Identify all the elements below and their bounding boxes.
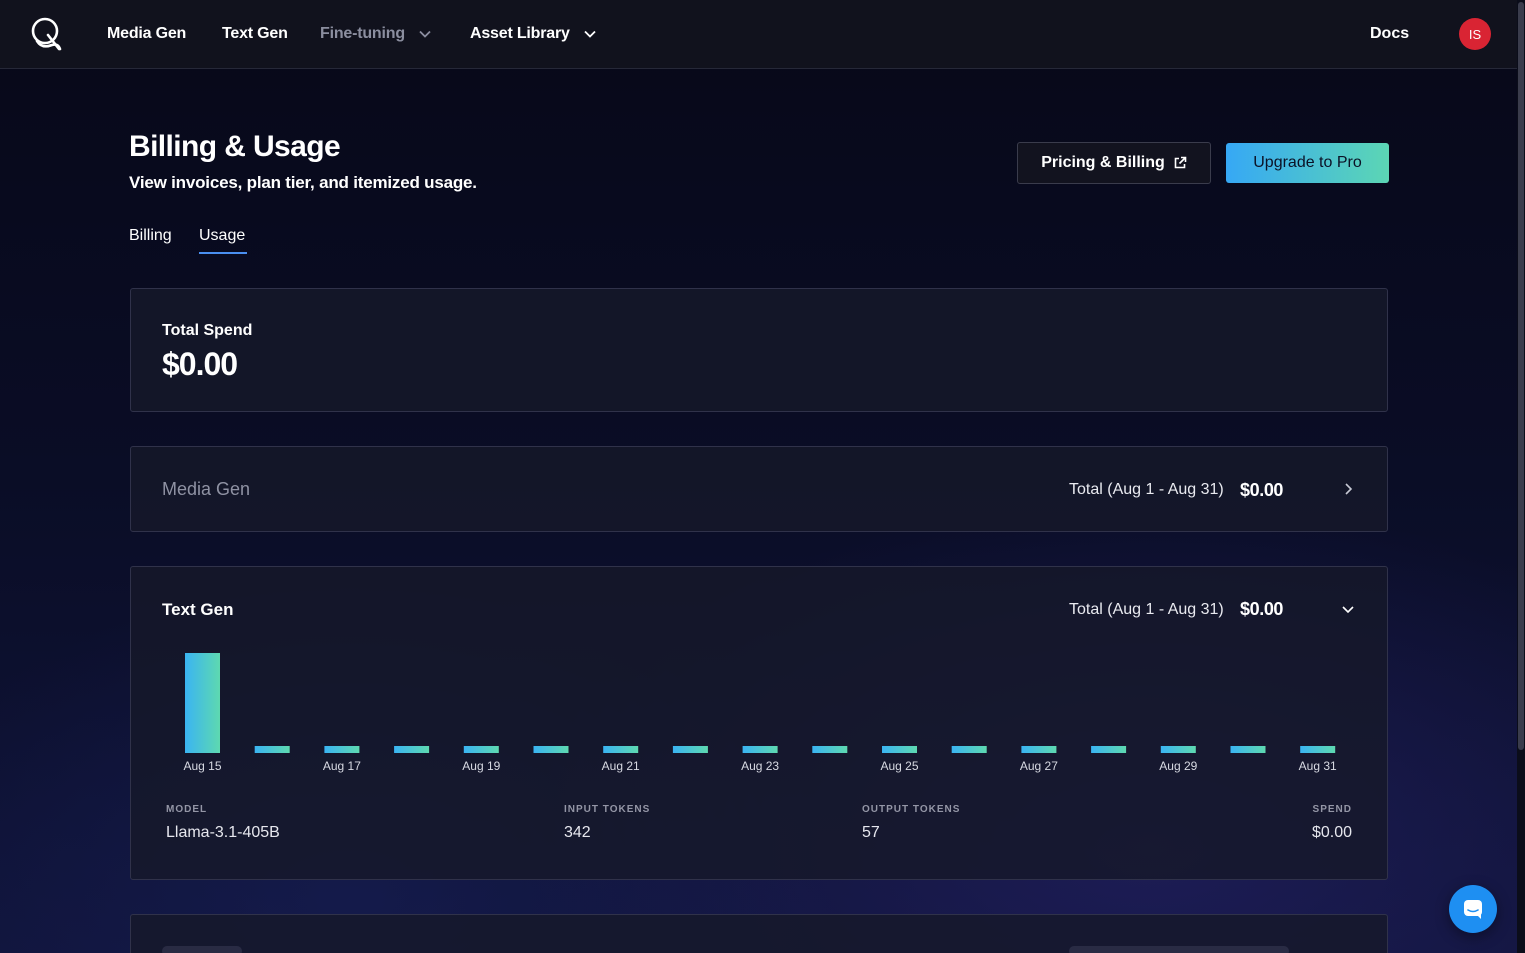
media-gen-total-value: $0.00 xyxy=(1240,480,1284,500)
pricing-billing-button[interactable]: Pricing & Billing xyxy=(1017,142,1211,184)
chart-bar-aug-15[interactable] xyxy=(185,653,220,753)
chevron-down-icon xyxy=(419,30,431,38)
table-cell-model: Llama-3.1-405B xyxy=(166,824,280,841)
chat-support-button[interactable] xyxy=(1449,885,1497,933)
chevron-down-icon[interactable] xyxy=(1341,602,1355,616)
chart-bar-aug-17[interactable] xyxy=(324,746,360,753)
top-nav: Media Gen Text Gen Fine-tuning Asset Lib… xyxy=(0,0,1517,69)
nav-fine-tuning[interactable]: Fine-tuning xyxy=(320,0,431,68)
media-gen-title: Media Gen xyxy=(162,479,251,499)
nav-media-gen-label: Media Gen xyxy=(107,25,187,42)
chart-bar-aug-19[interactable] xyxy=(463,746,499,753)
table-header-model: MODEL xyxy=(166,804,208,815)
upgrade-to-pro-button[interactable]: Upgrade to Pro xyxy=(1226,143,1389,183)
page-subtitle: View invoices, plan tier, and itemized u… xyxy=(129,173,477,192)
chart-tick-label: Aug 21 xyxy=(602,759,640,773)
chart-bar-aug-26[interactable] xyxy=(951,746,987,753)
chart-bar-aug-25[interactable] xyxy=(882,746,917,753)
chart-tick-label: Aug 29 xyxy=(1159,759,1197,773)
nav-fine-tuning-label: Fine-tuning xyxy=(320,25,405,42)
chart-tick-label: Aug 31 xyxy=(1299,759,1337,773)
chart-bar-aug-16[interactable] xyxy=(254,746,290,753)
table-cell-input-tokens: 342 xyxy=(564,824,591,841)
text-gen-total-value: $0.00 xyxy=(1240,599,1284,619)
chart-bar-aug-27[interactable] xyxy=(1021,746,1057,753)
chart-bar-aug-20[interactable] xyxy=(533,746,569,753)
table-header-input-tokens: INPUT TOKENS xyxy=(564,804,651,815)
media-gen-row[interactable]: Media Gen Total (Aug 1 - Aug 31) $0.00 xyxy=(130,446,1388,532)
tab-usage[interactable]: Usage xyxy=(199,227,245,245)
docs-label: Docs xyxy=(1370,25,1410,42)
next-usage-row[interactable] xyxy=(130,914,1388,953)
nav-asset-library[interactable]: Asset Library xyxy=(470,0,596,68)
chart-tick-label: Aug 27 xyxy=(1020,759,1058,773)
nav-text-gen-label: Text Gen xyxy=(222,25,288,42)
chart-bar-aug-28[interactable] xyxy=(1091,746,1127,753)
external-link-icon xyxy=(1174,156,1187,169)
chart-tick-label: Aug 19 xyxy=(462,759,500,773)
chevron-down-icon xyxy=(584,30,596,38)
next-row-total-placeholder xyxy=(1069,946,1289,953)
brand-logo-icon[interactable] xyxy=(28,15,64,53)
total-spend-value: $0.00 xyxy=(162,346,238,382)
page-title: Billing & Usage xyxy=(129,130,341,163)
chart-bar-aug-22[interactable] xyxy=(672,746,708,753)
chart-tick-label: Aug 15 xyxy=(183,759,221,773)
upgrade-to-pro-label: Upgrade to Pro xyxy=(1253,154,1362,171)
total-spend-label: Total Spend xyxy=(162,322,253,339)
docs-link[interactable]: Docs xyxy=(1370,0,1409,68)
chart-bar-aug-31[interactable] xyxy=(1300,746,1336,753)
media-gen-total-label: Total (Aug 1 - Aug 31) xyxy=(1069,481,1224,498)
chart-bar-aug-21[interactable] xyxy=(603,746,639,753)
usage-bar-chart: Aug 15 Aug 17 Aug 19 Aug 21 Aug 23 Aug 25 Aug … xyxy=(183,653,1337,773)
text-gen-title: Text Gen xyxy=(162,600,234,619)
chart-bar-aug-24[interactable] xyxy=(812,746,848,753)
table-header-spend: SPEND xyxy=(1312,804,1352,815)
nav-media-gen[interactable]: Media Gen xyxy=(107,0,186,68)
avatar[interactable]: IS xyxy=(1459,18,1491,50)
text-gen-card: Text Gen Total (Aug 1 - Aug 31) $0.00 Au… xyxy=(130,566,1388,880)
chart-bar-aug-18[interactable] xyxy=(394,746,430,753)
active-tab-indicator xyxy=(199,252,247,254)
avatar-initials: IS xyxy=(1468,26,1482,42)
next-row-title-placeholder xyxy=(162,946,242,953)
chart-tick-label: Aug 17 xyxy=(323,759,361,773)
tab-billing[interactable]: Billing xyxy=(129,227,172,245)
chat-bubble-icon xyxy=(1464,900,1482,919)
chart-bar-aug-29[interactable] xyxy=(1160,746,1196,753)
chevron-right-icon[interactable] xyxy=(1341,482,1355,496)
scrollbar-thumb[interactable] xyxy=(1518,2,1524,750)
chart-bar-aug-30[interactable] xyxy=(1230,746,1266,753)
table-header-output-tokens: OUTPUT TOKENS xyxy=(862,804,961,815)
nav-asset-library-label: Asset Library xyxy=(470,25,570,42)
nav-text-gen[interactable]: Text Gen xyxy=(222,0,288,68)
total-spend-card: Total Spend $0.00 xyxy=(130,288,1388,412)
text-gen-total-label: Total (Aug 1 - Aug 31) xyxy=(1069,601,1224,618)
pricing-billing-label: Pricing & Billing xyxy=(1041,154,1165,171)
table-cell-output-tokens: 57 xyxy=(862,824,880,841)
chart-tick-label: Aug 23 xyxy=(741,759,779,773)
chart-tick-label: Aug 25 xyxy=(880,759,918,773)
table-cell-spend: $0.00 xyxy=(1311,824,1352,841)
chart-bar-aug-23[interactable] xyxy=(742,746,778,753)
